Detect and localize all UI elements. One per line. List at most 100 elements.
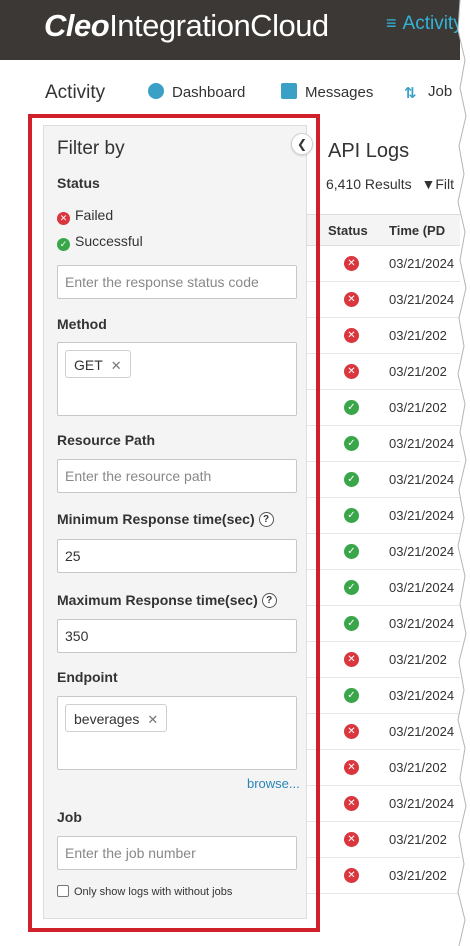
row-time: 03/21/2024 bbox=[389, 544, 455, 559]
job-number-input[interactable]: Enter the job number bbox=[57, 836, 297, 870]
table-row[interactable]: ✕ 03/21/202 bbox=[306, 354, 460, 390]
remove-tag-icon[interactable]: ✕ bbox=[111, 358, 122, 373]
success-icon: ✓ bbox=[344, 400, 359, 415]
dashboard-icon bbox=[148, 83, 164, 99]
row-time: 03/21/202 bbox=[389, 400, 447, 415]
resource-path-label: Resource Path bbox=[57, 432, 156, 448]
nav-activity-label: Activity bbox=[402, 13, 463, 34]
failed-icon: ✕ bbox=[344, 256, 359, 271]
tab-messages-label: Messages bbox=[305, 84, 374, 101]
success-icon: ✓ bbox=[57, 238, 70, 251]
activity-icon: ≡ bbox=[386, 13, 397, 33]
status-label: Status bbox=[57, 175, 100, 191]
table-row[interactable]: ✓ 03/21/2024 bbox=[306, 678, 460, 714]
status-code-input[interactable]: Enter the response status code bbox=[57, 265, 297, 299]
failed-icon: ✕ bbox=[344, 796, 359, 811]
table-row[interactable]: ✕ 03/21/202 bbox=[306, 318, 460, 354]
max-response-label-text: Maximum Response time(sec) bbox=[57, 592, 258, 608]
max-response-input[interactable]: 350 bbox=[57, 619, 297, 653]
failed-icon: ✕ bbox=[344, 652, 359, 667]
failed-icon: ✕ bbox=[344, 868, 359, 883]
status-successful-label: Successful bbox=[75, 233, 143, 249]
tab-messages[interactable]: Messages bbox=[281, 83, 373, 101]
app-header: CleoIntegrationCloud ≡ Activity bbox=[0, 0, 463, 60]
table-row[interactable]: ✕ 03/21/2024 bbox=[306, 282, 460, 318]
brand-logo[interactable]: CleoIntegrationCloud bbox=[44, 8, 329, 44]
column-time[interactable]: Time (PD bbox=[389, 223, 445, 238]
failed-icon: ✕ bbox=[344, 832, 359, 847]
brand-rest: IntegrationCloud bbox=[109, 8, 329, 43]
table-row[interactable]: ✓ 03/21/2024 bbox=[306, 570, 460, 606]
status-option-successful[interactable]: ✓ Successful bbox=[57, 233, 143, 251]
row-time: 03/21/2024 bbox=[389, 796, 455, 811]
filter-funnel-icon: ▼ bbox=[421, 176, 436, 192]
results-count-text: 6,410 Results bbox=[326, 176, 412, 192]
success-icon: ✓ bbox=[344, 688, 359, 703]
tab-dashboard-label: Dashboard bbox=[172, 84, 246, 101]
success-icon: ✓ bbox=[344, 544, 359, 559]
row-time: 03/21/202 bbox=[389, 832, 447, 847]
failed-icon: ✕ bbox=[344, 328, 359, 343]
row-time: 03/21/202 bbox=[389, 868, 447, 883]
success-icon: ✓ bbox=[344, 472, 359, 487]
failed-icon: ✕ bbox=[344, 724, 359, 739]
tab-jobs[interactable]: ⇅ Job bbox=[404, 83, 452, 102]
row-time: 03/21/2024 bbox=[389, 472, 455, 487]
endpoint-tag: beverages ✕ bbox=[65, 704, 168, 732]
chevron-left-icon: ❮ bbox=[296, 137, 308, 151]
filter-toggle[interactable]: ▼Filt bbox=[422, 176, 455, 192]
api-logs-title: API Logs bbox=[328, 140, 410, 162]
success-icon: ✓ bbox=[344, 616, 359, 631]
status-failed-label: Failed bbox=[75, 207, 114, 223]
page-title: Activity bbox=[45, 82, 106, 103]
endpoint-tag-label: beverages bbox=[74, 711, 140, 727]
help-icon[interactable]: ? bbox=[261, 593, 277, 608]
only-without-jobs-checkbox[interactable]: Only show logs with without jobs bbox=[57, 885, 232, 898]
row-time: 03/21/2024 bbox=[389, 292, 455, 307]
collapse-filter-button[interactable]: ❮ bbox=[291, 133, 313, 155]
table-row[interactable]: ✕ 03/21/202 bbox=[306, 750, 460, 786]
table-row[interactable]: ✕ 03/21/202 bbox=[306, 642, 460, 678]
method-tag: GET ✕ bbox=[65, 350, 131, 378]
resource-path-input[interactable]: Enter the resource path bbox=[57, 459, 297, 493]
table-row[interactable]: ✓ 03/21/2024 bbox=[306, 426, 460, 462]
row-time: 03/21/202 bbox=[389, 652, 447, 667]
failed-icon: ✕ bbox=[344, 760, 359, 775]
filter-title: Filter by bbox=[57, 138, 125, 159]
jobs-icon: ⇅ bbox=[404, 85, 417, 102]
success-icon: ✓ bbox=[344, 580, 359, 595]
help-icon[interactable]: ? bbox=[258, 512, 274, 527]
table-row[interactable]: ✓ 03/21/2024 bbox=[306, 498, 460, 534]
nav-activity[interactable]: ≡ Activity bbox=[386, 13, 463, 35]
tab-dashboard[interactable]: Dashboard bbox=[148, 83, 245, 101]
endpoint-tag-input[interactable]: beverages ✕ bbox=[57, 696, 297, 770]
min-response-input[interactable]: 25 bbox=[57, 539, 297, 573]
table-row[interactable]: ✓ 03/21/2024 bbox=[306, 534, 460, 570]
sub-navigation: Activity Dashboard Messages ⇅ Job bbox=[0, 60, 460, 118]
column-status[interactable]: Status bbox=[328, 223, 368, 238]
row-time: 03/21/2024 bbox=[389, 508, 455, 523]
table-row[interactable]: ✕ 03/21/2024 bbox=[306, 246, 460, 282]
row-time: 03/21/202 bbox=[389, 364, 447, 379]
max-response-label: Maximum Response time(sec)? bbox=[57, 592, 277, 608]
row-time: 03/21/2024 bbox=[389, 580, 455, 595]
table-row[interactable]: ✓ 03/21/2024 bbox=[306, 462, 460, 498]
method-tag-input[interactable]: GET ✕ bbox=[57, 342, 297, 416]
brand-bold: Cleo bbox=[44, 8, 110, 43]
method-tag-label: GET bbox=[74, 357, 103, 373]
filter-panel: Filter by ❮ Status ✕ Failed ✓ Successful E… bbox=[43, 125, 313, 919]
browse-link[interactable]: browse... bbox=[247, 776, 300, 791]
table-row[interactable]: ✕ 03/21/202 bbox=[306, 822, 460, 858]
table-row[interactable]: ✓ 03/21/2024 bbox=[306, 606, 460, 642]
remove-tag-icon[interactable]: ✕ bbox=[147, 712, 158, 727]
failed-icon: ✕ bbox=[344, 292, 359, 307]
table-row[interactable]: ✓ 03/21/202 bbox=[306, 390, 460, 426]
table-row[interactable]: ✕ 03/21/2024 bbox=[306, 714, 460, 750]
table-row[interactable]: ✕ 03/21/202 bbox=[306, 858, 460, 894]
checkbox-icon bbox=[57, 885, 69, 897]
table-row[interactable]: ✕ 03/21/2024 bbox=[306, 786, 460, 822]
status-option-failed[interactable]: ✕ Failed bbox=[57, 207, 113, 225]
success-icon: ✓ bbox=[344, 436, 359, 451]
endpoint-label: Endpoint bbox=[57, 669, 118, 685]
failed-icon: ✕ bbox=[57, 212, 70, 225]
